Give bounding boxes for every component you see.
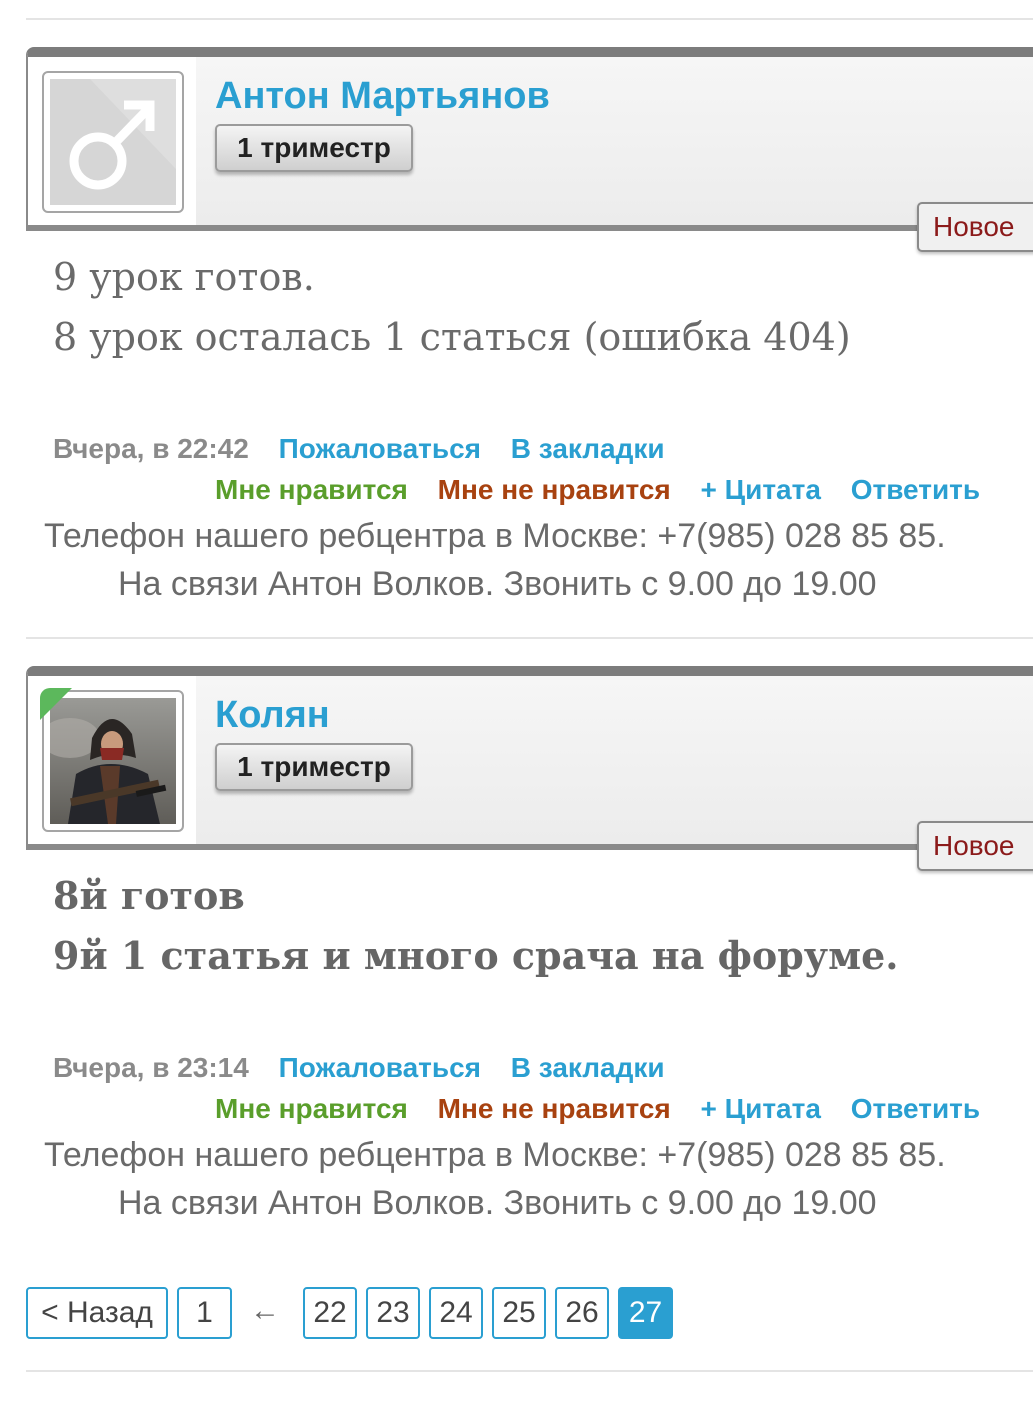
- rank-badge: 1 триместр: [215, 124, 413, 172]
- page-link-current[interactable]: 27: [618, 1287, 673, 1339]
- author-name[interactable]: Колян: [215, 694, 330, 737]
- signature-line: На связи Антон Волков. Звонить с 9.00 до…: [118, 565, 877, 603]
- page-link[interactable]: 22: [303, 1287, 357, 1339]
- page-link-first[interactable]: 1: [177, 1287, 232, 1339]
- user-photo: [50, 698, 176, 824]
- post-message: 9 урок готов. 8 урок осталась 1 статься …: [53, 247, 851, 367]
- forum-thread-page: Антон Мартьянов 1 триместр Новое 9 урок …: [0, 0, 1033, 1403]
- post-date: Вчера, в 23:14: [53, 1052, 249, 1083]
- divider: [26, 637, 1033, 639]
- signature-line: На связи Антон Волков. Звонить с 9.00 до…: [118, 1184, 877, 1222]
- like-button[interactable]: Мне нравится: [215, 1093, 408, 1124]
- post-header: Антон Мартьянов 1 триместр: [26, 47, 1033, 231]
- new-badge: Новое: [917, 821, 1033, 871]
- bookmark-link[interactable]: В закладки: [511, 1052, 665, 1083]
- post-message: 8й готов 9й 1 статья и много срача на фо…: [53, 866, 899, 986]
- page-link[interactable]: 24: [429, 1287, 483, 1339]
- message-line: 8й готов: [53, 873, 245, 918]
- avatar[interactable]: [42, 690, 184, 832]
- post-date: Вчера, в 22:42: [53, 433, 249, 464]
- report-link[interactable]: Пожаловаться: [279, 1052, 481, 1083]
- post-actions: Мне нравится Мне не нравится + Цитата От…: [215, 474, 1002, 506]
- male-symbol-icon: [50, 79, 176, 205]
- avatar-cell: [28, 57, 196, 225]
- post-header: Колян 1 триместр: [26, 666, 1033, 850]
- report-link[interactable]: Пожаловаться: [279, 433, 481, 464]
- reply-button[interactable]: Ответить: [851, 1093, 980, 1124]
- message-line: 9й 1 статья и много срача на форуме.: [53, 933, 899, 978]
- new-badge: Новое: [917, 202, 1033, 252]
- like-button[interactable]: Мне нравится: [215, 474, 408, 505]
- dislike-button[interactable]: Мне не нравится: [438, 1093, 671, 1124]
- avatar[interactable]: [42, 71, 184, 213]
- dislike-button[interactable]: Мне не нравится: [438, 474, 671, 505]
- back-button[interactable]: < Назад: [26, 1287, 168, 1339]
- post-meta: Вчера, в 22:42 Пожаловаться В закладки: [53, 433, 687, 465]
- author-name[interactable]: Антон Мартьянов: [215, 75, 550, 118]
- page-link[interactable]: 23: [366, 1287, 420, 1339]
- divider: [26, 18, 1033, 20]
- divider: [26, 1370, 1033, 1372]
- bookmark-link[interactable]: В закладки: [511, 433, 665, 464]
- signature-line: Телефон нашего ребцентра в Москве: +7(98…: [44, 517, 946, 555]
- post-actions: Мне нравится Мне не нравится + Цитата От…: [215, 1093, 1002, 1125]
- post-meta: Вчера, в 23:14 Пожаловаться В закладки: [53, 1052, 687, 1084]
- message-line: 9 урок готов.: [53, 255, 315, 299]
- quote-button[interactable]: + Цитата: [701, 474, 821, 505]
- page-link[interactable]: 26: [555, 1287, 609, 1339]
- left-arrow-icon: ←: [250, 1294, 280, 1327]
- message-line: 8 урок осталась 1 статься (ошибка 404): [53, 315, 851, 359]
- page-link[interactable]: 25: [492, 1287, 546, 1339]
- quote-button[interactable]: + Цитата: [701, 1093, 821, 1124]
- signature-line: Телефон нашего ребцентра в Москве: +7(98…: [44, 1136, 946, 1174]
- reply-button[interactable]: Ответить: [851, 474, 980, 505]
- avatar-cell: [28, 676, 196, 844]
- rank-badge: 1 триместр: [215, 743, 413, 791]
